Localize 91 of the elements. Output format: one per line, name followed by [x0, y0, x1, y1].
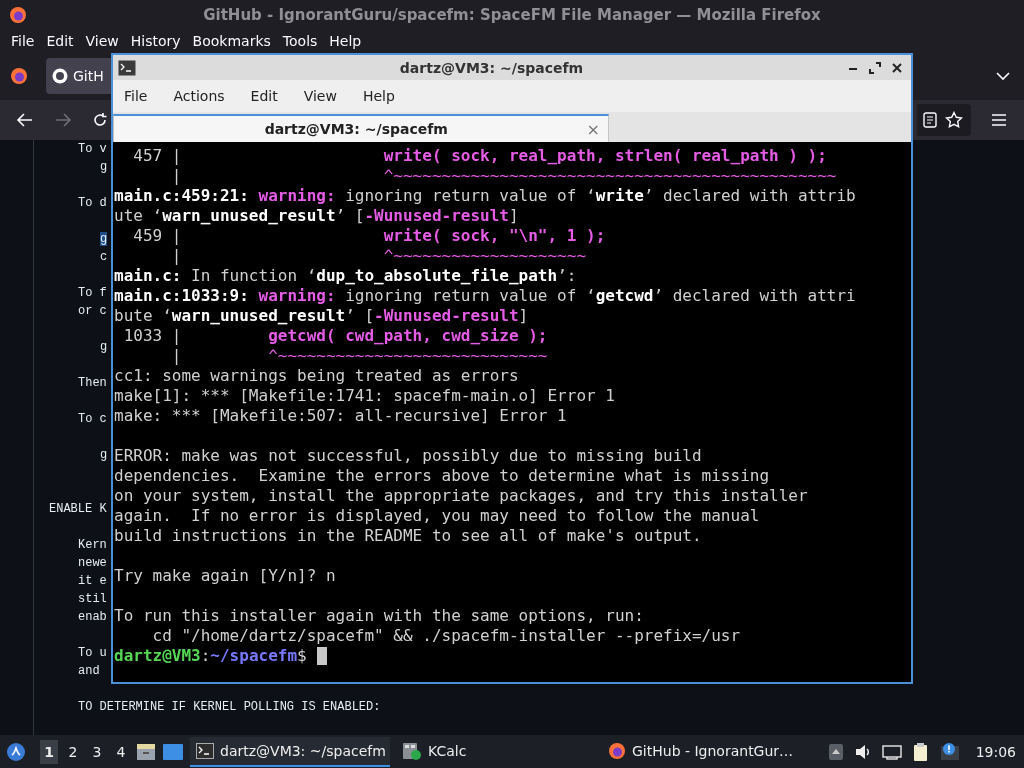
terminal-line: cd "/home/dartz/spacefm" && ./spacefm-installer --prefix=/usr [151, 626, 741, 646]
readme-line: To v [78, 142, 107, 156]
terminal-line: bute ‘warn_unused_result’ [-Wunused-result] [114, 306, 529, 326]
terminal-line: on your system, install the appropriate packages, and try this installer [114, 486, 808, 506]
terminal-line: To run this installer again with the same options, run: [114, 606, 644, 626]
menu-icon[interactable] [991, 113, 1007, 127]
readme-line: or c [78, 304, 107, 318]
terminal-line: ERROR: make was not successful, possibly due to missing build [114, 446, 702, 466]
window-title: GitHub - IgnorantGuru/spacefm: SpaceFM File Manager — Mozilla Firefox [203, 6, 821, 24]
menu-item[interactable]: Tools [277, 33, 323, 49]
menu-item[interactable]: File [116, 88, 156, 104]
taskbar-task[interactable]: dartz@VM3: ~/spacefm [190, 736, 390, 767]
chevron-down-icon[interactable] [996, 71, 1010, 81]
menu-item[interactable]: History [125, 33, 186, 49]
firefox-logo-icon [9, 6, 27, 24]
url-field[interactable] [917, 104, 971, 136]
menu-item[interactable]: View [295, 88, 345, 104]
workspace-button[interactable]: 2 [64, 739, 82, 764]
workspace-button[interactable]: 3 [88, 739, 106, 764]
tab-close-button[interactable]: × [578, 119, 608, 139]
terminal-tab[interactable]: dartz@VM3: ~/spacefm × [113, 114, 609, 142]
forward-arrow-icon[interactable] [54, 112, 72, 128]
readme-line: Kern [78, 538, 107, 552]
taskbar-task[interactable]: KCalc [396, 736, 596, 767]
terminal-line: dependencies. Examine the errors above to determine what is missing [114, 466, 770, 486]
readme-line: To f [78, 286, 107, 300]
terminal-line: 457 | write( sock, real_path, strlen( real_path ) ); [132, 146, 827, 166]
menu-item[interactable]: File [6, 33, 40, 49]
terminal-icon [118, 59, 136, 76]
reload-icon[interactable] [92, 112, 108, 128]
firefox-logo-icon[interactable] [10, 67, 28, 85]
readme-line: To u [78, 646, 107, 660]
readme-line: g [100, 160, 108, 174]
clock: 19:06 [975, 743, 1016, 760]
back-arrow-icon[interactable] [16, 112, 34, 128]
readme-line: and [78, 664, 100, 678]
window-title: dartz@VM3: ~/spacefm [398, 59, 585, 76]
menu-item[interactable]: Edit [242, 88, 286, 104]
browser-tab[interactable]: GitH [46, 58, 111, 94]
readme-line: enab [78, 610, 107, 624]
terminal-line: main.c:459:21: warning: ignoring return value of ‘write’ declared with attrib [114, 186, 856, 206]
restore-icon[interactable] [869, 61, 881, 74]
menu-item[interactable]: Help [354, 88, 403, 104]
notification-icon[interactable] [939, 741, 960, 762]
readme-line: TO DETERMINE IF KERNEL POLLING IS ENABLED: [78, 700, 381, 714]
terminal-line: ute ‘warn_unused_result’ [-Wunused-result] [114, 206, 519, 226]
terminal-line: | ^~~~~~~~~~~~~~~~~~~~~~~~~~~~~~~~~~~~~~~~~~~~~~~ [170, 166, 837, 186]
readme-line: ENABLE K [49, 502, 107, 516]
menu-item[interactable]: Help [324, 33, 367, 49]
desktop-icon[interactable] [162, 742, 184, 761]
star-icon[interactable] [945, 111, 963, 129]
terminal-line: again. If no error is displayed, you may need to follow the manual [114, 506, 760, 526]
terminal-line: make: *** [Makefile:507: all-recursive] Error 1 [114, 406, 567, 426]
readme-line: Then [78, 376, 107, 390]
terminal-line: | ^~~~~~~~~~~~~~~~~~~~~~~~~~~~~ [170, 346, 548, 366]
readme-line: To c [78, 412, 107, 426]
terminal-line: dartz@VM3:~/spacefm$ [114, 646, 307, 666]
clipboard-icon[interactable] [911, 741, 930, 762]
terminal-line: 459 | write( sock, "\n", 1 ); [132, 226, 606, 246]
terminal-line: make[1]: *** [Makefile:1741: spacefm-main.o] Error 1 [114, 386, 615, 406]
readme-line: stil [78, 592, 107, 606]
close-icon[interactable] [891, 61, 903, 74]
menu-item[interactable]: Actions [165, 88, 233, 104]
workspace-button[interactable]: 4 [112, 739, 130, 764]
file-cabinet-icon[interactable] [136, 742, 156, 761]
readme-line: it e [78, 574, 107, 588]
terminal-line: main.c: In function ‘dup_to_absolute_file_path’: [114, 266, 577, 286]
workspace-button[interactable]: 1 [40, 739, 58, 764]
speaker-icon[interactable] [853, 743, 872, 760]
circle-logo-icon [52, 68, 68, 84]
readme-line: To d [78, 196, 107, 210]
menu-item[interactable]: Bookmarks [187, 33, 276, 49]
calculator-icon [402, 741, 422, 760]
network-icon[interactable] [881, 743, 902, 760]
readme-line: g [100, 448, 108, 462]
terminal-line: 1033 | getcwd( cwd_path, cwd_size ); [122, 326, 548, 346]
terminal-line: main.c:1033:9: warning: ignoring return value of ‘getcwd’ declared with attri [114, 286, 856, 306]
terminal-line: build instructions in the README to see all of make's output. [114, 526, 702, 546]
terminal-icon [196, 742, 214, 759]
terminal-line: Try make again [Y/n]? n [114, 566, 336, 586]
readme-line: g [100, 340, 108, 354]
menu-item[interactable]: View [80, 33, 124, 49]
taskbar-task[interactable]: GitHub - IgnorantGur… [602, 736, 802, 767]
menu-item[interactable]: Edit [41, 33, 79, 49]
reader-view-icon[interactable] [923, 112, 937, 128]
start-menu-icon[interactable] [6, 741, 26, 762]
readme-line: newe [78, 556, 107, 570]
terminal-line: cc1: some warnings being treated as errors [114, 366, 519, 386]
firefox-logo-icon [608, 741, 626, 760]
terminal-line: | ^~~~~~~~~~~~~~~~~~~~~ [170, 246, 586, 266]
readme-line: c [100, 250, 108, 264]
